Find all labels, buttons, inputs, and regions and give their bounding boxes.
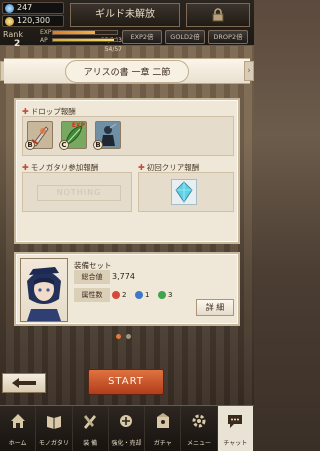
rank-value: 2 [14,39,21,49]
story-reward-box: NOTHING [22,172,132,212]
gem-counter: 247 [2,2,64,14]
drop-item-3-rank: B [93,140,103,150]
first-clear-item[interactable] [171,179,197,205]
guild-button[interactable]: ギルド未解放 [70,3,180,27]
attribute-counts: 2 1 3 [112,288,179,302]
menu-gear-icon [192,414,206,428]
cross-ornament-icon: ✚ [22,107,29,116]
enhance-icon [120,415,133,427]
reward-panel: ✚ ドロップ報酬 B EXP C B ✚ モノガタリ参加報酬 NOTHING ✚… [14,98,240,244]
page-dot-2[interactable] [126,334,131,339]
gem-icon [5,4,14,13]
attr-wind: 3 [158,288,173,302]
attr-water: 1 [135,288,149,302]
nothing-placeholder: NOTHING [37,185,121,201]
exp-label: EXP [40,29,52,36]
nav-chat-label: チャット [223,440,248,447]
equipment-set-panel[interactable]: 装備セット 総合値 3,774 属性数 2 1 3 詳 細 [14,252,240,326]
cross-ornament-icon: ✚ [138,163,145,172]
drop-reward-box: B EXP C B [22,116,234,156]
home-icon [10,414,25,428]
nav-menu-label: メニュー [187,440,212,447]
ap-bar-fill [53,39,114,41]
start-button[interactable]: START [88,369,164,395]
ap-bar [52,38,118,42]
total-label: 総合値 [74,270,110,284]
ap-value: 54/57 [104,46,122,53]
nav-chat[interactable]: チャット [217,406,254,451]
drop-item-1[interactable]: B [25,121,53,150]
nav-home-label: ホーム [8,440,27,447]
exp-bar [52,30,118,35]
next-chapter-arrow[interactable]: › [244,61,254,81]
drop-item-2-rank: C [59,140,69,150]
attribute-label: 属性数 [74,288,110,302]
character-portrait-icon [27,267,61,321]
first-clear-box [138,172,234,212]
drop-item-3[interactable]: B [93,121,121,150]
nav-home[interactable]: ホーム [0,406,37,451]
back-button[interactable] [2,373,46,393]
bottom-nav: ホーム モノガタリ 装 備 強化・売却 ガチャ メニュー チャット [0,405,254,451]
locked-slot-button[interactable] [186,3,250,27]
drop-boost-badge[interactable]: DROP2倍 [208,30,248,44]
page-indicator [116,334,131,339]
nav-enhance-label: 強化・売却 [111,440,142,447]
chat-icon [228,415,243,428]
attr-fire: 2 [112,288,126,302]
back-arrow-icon [12,378,36,388]
drop-item-2[interactable]: EXP C [59,121,87,150]
ap-label: AP [40,37,48,44]
water-attr-icon [135,291,144,299]
nav-gacha-label: ガチャ [153,440,172,447]
exp-boost-badge[interactable]: EXP2倍 [122,30,162,44]
exp-bar-fill [53,31,95,34]
top-hud: 247 120,300 ギルド未解放 Rank 2 EXP 93/143 AP … [0,0,254,49]
book-icon [46,416,61,429]
cross-ornament-icon: ✚ [22,163,29,172]
total-value: 3,774 [112,272,135,281]
coin-icon [5,17,14,26]
rank-label: Rank [3,30,23,39]
lock-icon [212,8,224,22]
stage-title: アリスの書 一章 二節 [64,59,190,83]
detail-button[interactable]: 詳 細 [196,299,234,316]
wind-attr-icon [158,291,167,299]
page-dot-1[interactable] [116,334,121,339]
nav-gacha[interactable]: ガチャ [145,406,182,451]
coin-count: 120,300 [17,16,51,25]
coin-counter: 120,300 [2,15,64,27]
equipment-icon [84,415,97,429]
fire-attr-icon [112,291,120,299]
nav-equipment-label: 装 備 [83,440,98,447]
nav-story[interactable]: モノガタリ [36,406,73,451]
drop-item-1-rank: B [25,140,35,150]
exp-badge: EXP [71,122,85,129]
nav-menu[interactable]: メニュー [181,406,218,451]
gem-count: 247 [17,3,33,12]
nav-enhance[interactable]: 強化・売却 [109,406,146,451]
character-avatar[interactable] [20,258,68,322]
gold-boost-badge[interactable]: GOLD2倍 [165,30,205,44]
nav-story-label: モノガタリ [38,440,69,447]
gacha-icon [156,413,169,428]
stage-title-bar: アリスの書 一章 二節 [4,58,250,84]
nav-equipment[interactable]: 装 備 [73,406,109,451]
crystal-icon [175,181,193,203]
